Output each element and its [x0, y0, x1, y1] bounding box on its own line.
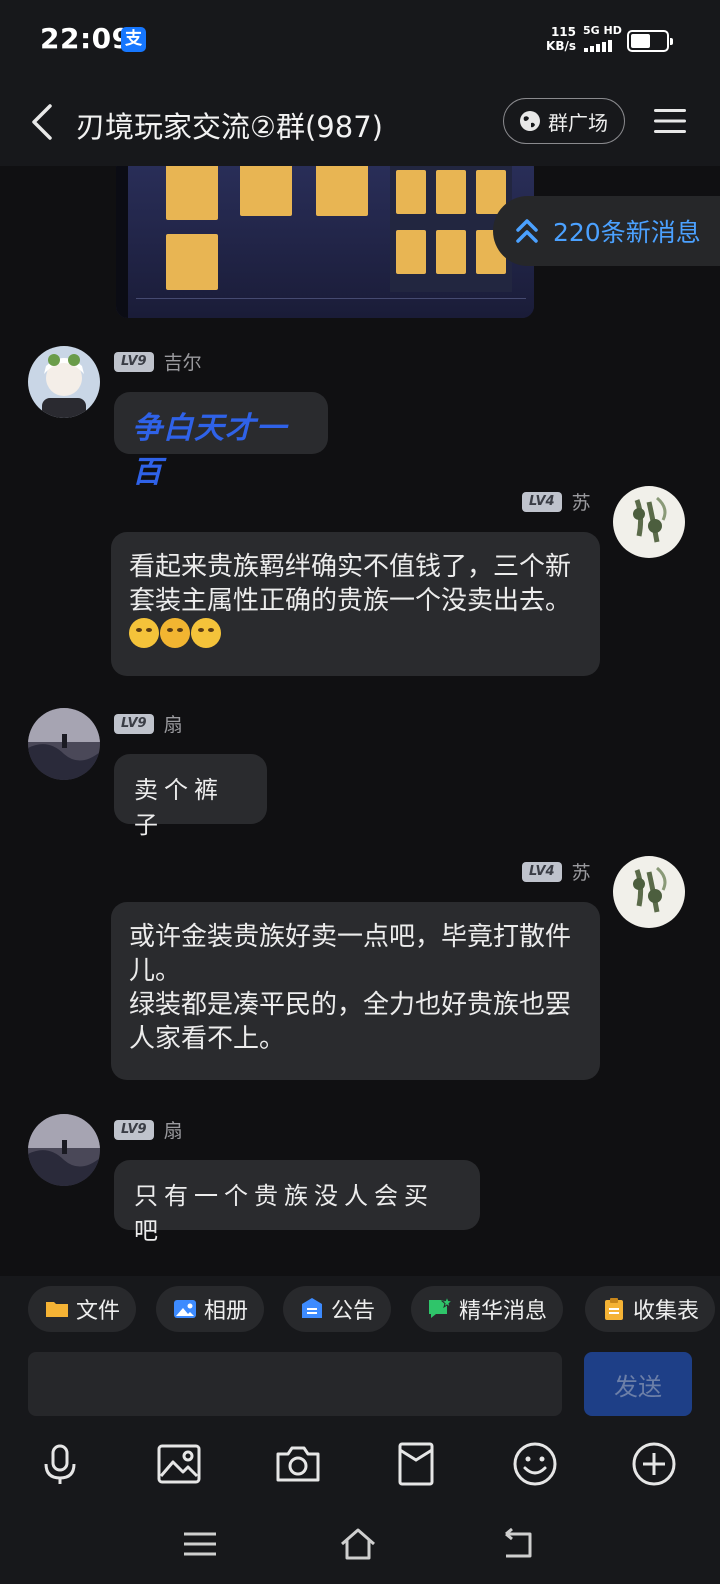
message-bubble[interactable]: 卖个裤子 [114, 754, 267, 839]
sender-info: LV4 苏 [522, 858, 591, 885]
chat-message-list[interactable]: 220条新消息 LV9 吉尔 争白天才一百 LV4 苏 看起来贵族羁绊确实不值钱… [0, 166, 720, 1276]
back-nav-icon[interactable] [498, 1526, 538, 1562]
message-text: 绿装都是凑平民的，全力也好贵族也罢人家看不上。 [129, 990, 572, 1054]
message-input-bar: 发送 [0, 1336, 720, 1422]
signal-icon [584, 40, 612, 52]
sender-name[interactable]: 苏 [572, 488, 591, 515]
alipay-notification-icon: 支 [121, 27, 146, 52]
avatar[interactable] [28, 1114, 100, 1186]
message-text: 卖个裤子 [134, 776, 224, 839]
sender-name[interactable]: 苏 [572, 858, 591, 885]
quick-action-album[interactable]: 相册 [156, 1286, 265, 1332]
album-icon [174, 1300, 196, 1318]
battery-level [631, 34, 650, 48]
avatar[interactable] [613, 856, 685, 928]
message-text: 只有一个贵族没人会买吧 [134, 1182, 434, 1245]
quick-action-label: 公告 [331, 1299, 376, 1324]
quick-action-label: 收集表 [633, 1299, 700, 1324]
level-badge: LV9 [114, 713, 154, 734]
group-plaza-label: 群广场 [548, 110, 608, 135]
system-navigation-bar [0, 1504, 720, 1584]
awkward-face-emoji-icon [129, 618, 159, 648]
plus-icon[interactable] [630, 1440, 678, 1488]
message-text: 或许金装贵族好卖一点吧，毕竟打散件儿。 [129, 922, 572, 986]
recent-apps-icon[interactable] [180, 1526, 220, 1562]
highlight-icon [429, 1296, 453, 1318]
group-plaza-button[interactable]: 群广场 [503, 98, 625, 144]
emoji-icon[interactable] [511, 1440, 559, 1488]
red-packet-icon[interactable] [392, 1440, 440, 1488]
awkward-face-emoji-icon [191, 618, 221, 648]
message-bubble[interactable]: 或许金装贵族好卖一点吧，毕竟打散件儿。 绿装都是凑平民的，全力也好贵族也罢人家看… [111, 902, 600, 1080]
double-up-arrow-icon [516, 219, 538, 243]
sender-info: LV4 苏 [522, 488, 591, 515]
chat-header: 刃境玩家交流②群(987) 群广场 [0, 80, 720, 166]
sender-name[interactable]: 吉尔 [164, 348, 202, 375]
network-speed-value: 115 [550, 25, 576, 39]
quick-action-label: 文件 [76, 1299, 121, 1324]
message-bubble[interactable]: 看起来贵族羁绊确实不值钱了，三个新套装主属性正确的贵族一个没卖出去。 [111, 532, 600, 676]
level-badge: LV4 [522, 861, 562, 882]
avatar[interactable] [28, 708, 100, 780]
message-input[interactable] [28, 1352, 562, 1416]
quick-action-collection-form[interactable]: 收集表 [585, 1286, 716, 1332]
announcement-icon [302, 1298, 322, 1318]
quick-actions-bar: 文件 相册 公告 精华消息 收集表 [0, 1276, 720, 1336]
quick-action-label: 相册 [204, 1299, 249, 1324]
clipboard-icon [605, 1298, 623, 1320]
image-icon[interactable] [155, 1440, 203, 1488]
image-message[interactable] [116, 166, 534, 318]
message-bubble[interactable]: 只有一个贵族没人会买吧 [114, 1160, 480, 1245]
battery-icon [627, 30, 673, 52]
message-text: 争白天才一百 [132, 411, 287, 490]
back-arrow-icon[interactable] [24, 100, 64, 144]
quick-action-files[interactable]: 文件 [28, 1286, 137, 1332]
network-speed: 115 KB/s [540, 25, 576, 53]
message-bubble[interactable]: 争白天才一百 [114, 392, 328, 490]
network-speed-unit: KB/s [546, 39, 576, 53]
game-screenshot-image [116, 166, 534, 318]
sender-name[interactable]: 扇 [164, 710, 183, 737]
new-messages-button[interactable]: 220条新消息 [493, 196, 720, 266]
sender-info: LV9 吉尔 [114, 348, 202, 375]
sender-info: LV9 扇 [114, 1116, 183, 1143]
level-badge: LV4 [522, 491, 562, 512]
status-time: 22:09 [40, 22, 132, 55]
sender-info: LV9 扇 [114, 710, 183, 737]
message-text: 看起来贵族羁绊确实不值钱了，三个新套装主属性正确的贵族一个没卖出去。 [129, 552, 572, 616]
network-type: 5G HD [583, 24, 622, 37]
quick-action-announcement[interactable]: 公告 [283, 1286, 392, 1332]
globe-icon [520, 111, 540, 131]
avatar[interactable] [613, 486, 685, 558]
crying-face-emoji-icon [160, 618, 190, 648]
group-title[interactable]: 刃境玩家交流②群(987) [76, 104, 383, 146]
avatar[interactable] [28, 346, 100, 418]
input-tools-bar [0, 1422, 720, 1504]
send-button[interactable]: 发送 [584, 1352, 692, 1416]
quick-action-highlights[interactable]: 精华消息 [411, 1286, 564, 1332]
status-bar: 22:09 支 115 KB/s 5G HD [0, 0, 720, 80]
level-badge: LV9 [114, 1119, 154, 1140]
quick-action-label: 精华消息 [459, 1299, 548, 1324]
new-messages-label: 220条新消息 [553, 218, 701, 247]
microphone-icon[interactable] [36, 1440, 84, 1488]
level-badge: LV9 [114, 351, 154, 372]
camera-icon[interactable] [274, 1440, 322, 1488]
sender-name[interactable]: 扇 [164, 1116, 183, 1143]
menu-icon[interactable] [652, 104, 688, 138]
folder-icon [46, 1302, 68, 1317]
home-icon[interactable] [338, 1526, 378, 1562]
